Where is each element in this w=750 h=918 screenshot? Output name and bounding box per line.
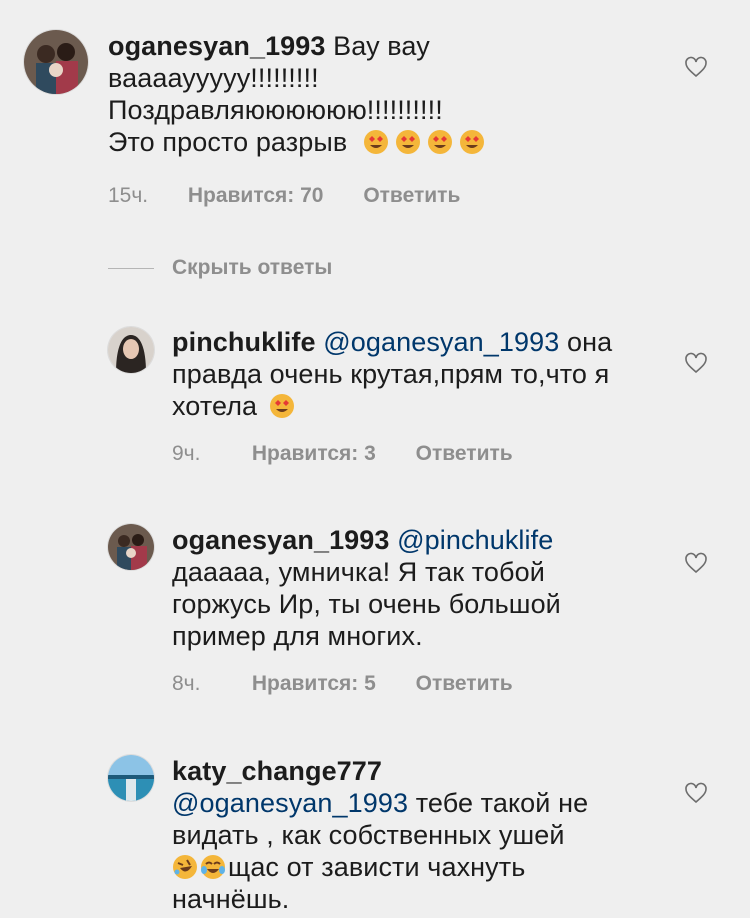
comment-text: хотела: [172, 391, 258, 421]
heart-outline-icon[interactable]: [684, 352, 708, 374]
comment-meta: 8ч. Нравится: 5 Ответить: [172, 672, 513, 696]
heart-eyes-emoji-icon: [459, 129, 485, 155]
comment-text: щас от зависти чахнуть: [228, 852, 526, 882]
hide-replies-button[interactable]: Скрыть ответы: [108, 256, 332, 280]
heart-eyes-emoji-icon: [395, 129, 421, 155]
avatar[interactable]: [108, 755, 154, 801]
heart-eyes-emoji-icon: [363, 129, 389, 155]
hide-replies-label: Скрыть ответы: [172, 256, 333, 279]
timestamp: 8ч.: [172, 672, 201, 695]
mention-link[interactable]: @oganesyan_1993: [172, 788, 408, 818]
comment-text: Поздравляюююююю!!!!!!!!!!: [108, 95, 443, 125]
comment-text: пример для многих.: [172, 621, 423, 651]
comment-text: тебе такой не: [415, 788, 589, 818]
comment-text: горжусь Ир, ты очень большой: [172, 589, 561, 619]
reply-button[interactable]: Ответить: [416, 442, 513, 466]
comment-text: дааааа, умничка! Я так тобой: [172, 557, 545, 587]
heart-outline-icon[interactable]: [684, 552, 708, 574]
comment-meta: 9ч. Нравится: 3 Ответить: [172, 442, 513, 466]
comment-text: она: [566, 327, 613, 357]
divider: [108, 267, 154, 269]
timestamp: 9ч.: [172, 442, 201, 465]
comment-body: katy_change777 @oganesyan_1993 тебе тако…: [172, 755, 672, 915]
username[interactable]: oganesyan_1993: [172, 525, 390, 555]
rolling-laughing-emoji-icon: [172, 854, 198, 880]
username[interactable]: pinchuklife: [172, 327, 316, 357]
likes-count[interactable]: Нравится: 5: [252, 672, 376, 696]
timestamp: 15ч.: [108, 184, 149, 207]
comment-body: pinchuklife @oganesyan_1993 она правда о…: [172, 326, 672, 422]
comment-text: вааааууууу!!!!!!!!!: [108, 63, 319, 93]
comment-body: oganesyan_1993 Вау вау вааааууууу!!!!!!!…: [108, 30, 688, 158]
heart-eyes-emoji-icon: [427, 129, 453, 155]
heart-eyes-emoji-icon: [269, 393, 295, 419]
heart-outline-icon[interactable]: [684, 56, 708, 78]
avatar[interactable]: [108, 524, 154, 570]
comment-text: Вау вау: [333, 31, 430, 61]
mention-link[interactable]: @pinchuklife: [397, 525, 553, 555]
mention-link[interactable]: @oganesyan_1993: [323, 327, 559, 357]
avatar[interactable]: [108, 327, 154, 373]
avatar[interactable]: [24, 30, 88, 94]
comment-text: Это просто разрыв: [108, 127, 348, 157]
comment-text: видать , как собственных ушей: [172, 820, 565, 850]
username[interactable]: katy_change777: [172, 756, 382, 786]
comment-text: начнёшь.: [172, 884, 290, 914]
heart-outline-icon[interactable]: [684, 782, 708, 804]
username[interactable]: oganesyan_1993: [108, 31, 326, 61]
comment-meta: 15ч. Нравится: 70 Ответить: [108, 184, 460, 208]
likes-count[interactable]: Нравится: 3: [252, 442, 376, 466]
reply-button[interactable]: Ответить: [416, 672, 513, 696]
comment-text: правда очень крутая,прям то,что я: [172, 359, 610, 389]
reply-button[interactable]: Ответить: [363, 184, 460, 208]
comment-body: oganesyan_1993 @pinchuklife дааааа, умни…: [172, 524, 672, 652]
likes-count[interactable]: Нравится: 70: [188, 184, 324, 208]
tears-of-joy-emoji-icon: [200, 854, 226, 880]
